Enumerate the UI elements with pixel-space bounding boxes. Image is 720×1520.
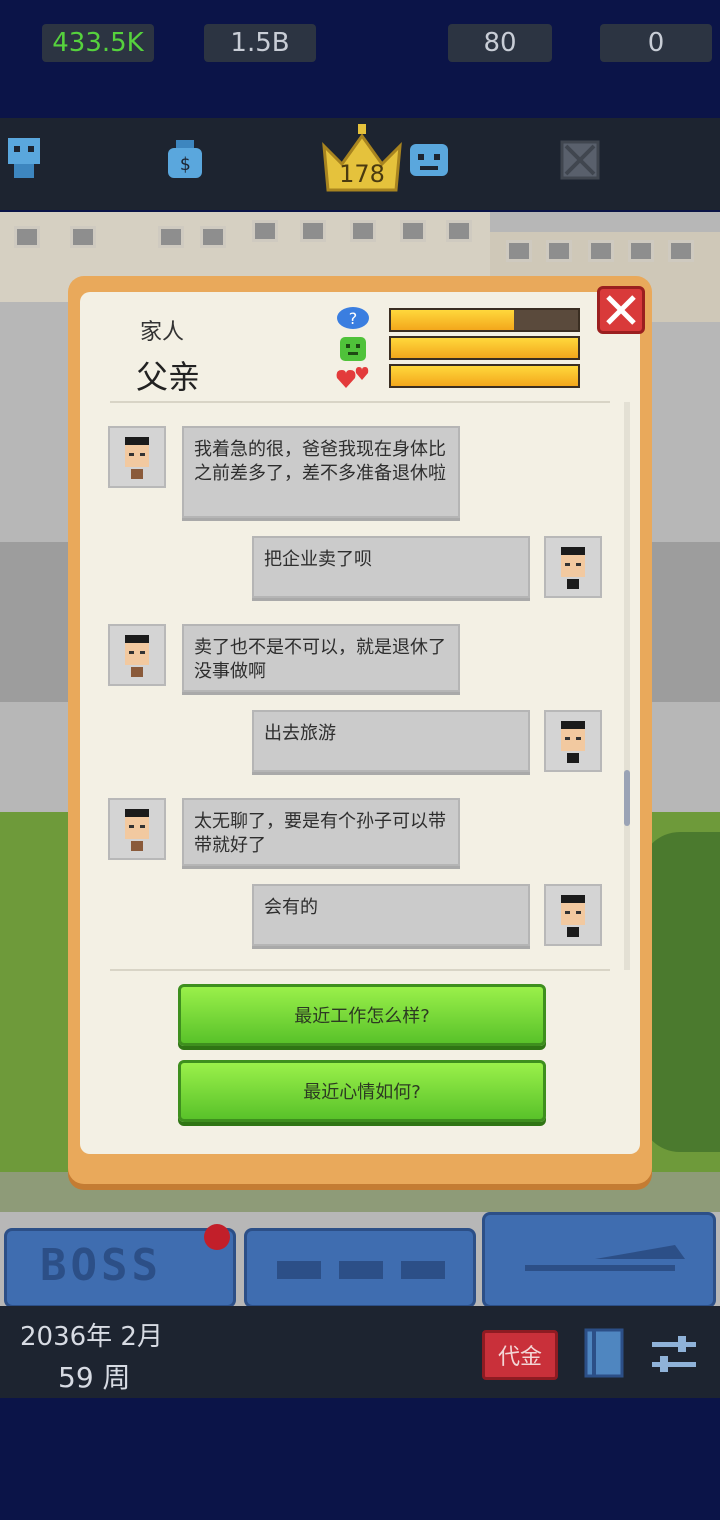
header-divider [110, 401, 610, 403]
npc-avatar [108, 624, 166, 686]
npc-avatar [108, 798, 166, 860]
settings-sliders-icon[interactable] [650, 1330, 698, 1378]
npc-name: 父亲 [136, 358, 201, 396]
money-stat[interactable]: 1.5B [204, 24, 316, 62]
desks-icon [277, 1261, 445, 1279]
book-icon[interactable] [582, 1328, 626, 1380]
npc-message-bubble: 卖了也不是不可以，就是退休了没事做啊 [182, 624, 460, 692]
crossed-box-icon [560, 140, 600, 180]
game-screen: 433.5K $ 1.5B 178 80 0 BOSS 2036年 2月 59 … [0, 0, 720, 1520]
question-bubble-icon: ? [336, 306, 370, 332]
player-avatar [544, 710, 602, 772]
staff-panel[interactable] [244, 1228, 476, 1308]
npc-message-bubble: 我着急的很，爸爸我现在身体比之前差多了，差不多准备退休啦 [182, 426, 460, 518]
happiness-stat[interactable]: 80 [448, 24, 552, 62]
npc-category: 家人 [140, 320, 185, 345]
svg-text:?: ? [349, 309, 358, 328]
scroll-thumb[interactable] [624, 770, 630, 826]
travel-panel[interactable] [482, 1212, 716, 1308]
employee-icon [4, 136, 44, 180]
player-message-bubble: 会有的 [252, 884, 530, 946]
svg-text:$: $ [180, 154, 191, 175]
choice-mood-button[interactable]: 最近心情如何? [178, 1060, 546, 1122]
green-face-icon [336, 336, 370, 362]
airplane-icon [525, 1245, 685, 1271]
happy-face-icon [408, 140, 450, 180]
chat-log[interactable]: 我着急的很，爸爸我现在身体比之前差多了，差不多准备退休啦把企业卖了呗卖了也不是不… [100, 410, 620, 970]
player-message-bubble: 把企业卖了呗 [252, 536, 530, 598]
close-icon [606, 295, 636, 325]
game-week: 59 周 [58, 1361, 131, 1394]
mind-bar [389, 308, 580, 332]
game-date: 2036年 2月 [20, 1322, 163, 1352]
npc-message-bubble: 太无聊了，要是有个孙子可以带带就好了 [182, 798, 460, 866]
blocked-stat[interactable]: 0 [600, 24, 712, 62]
chat-divider [110, 969, 610, 971]
close-button[interactable] [597, 286, 645, 334]
affection-bar [389, 364, 580, 388]
notification-dot [204, 1224, 230, 1250]
boss-label: BOSS [40, 1240, 162, 1291]
chat-scrollbar[interactable] [624, 402, 630, 970]
player-message-bubble: 出去旅游 [252, 710, 530, 772]
player-avatar [544, 536, 602, 598]
employees-stat[interactable]: 433.5K [42, 24, 154, 62]
voucher-button[interactable]: 代金 [482, 1330, 558, 1380]
player-avatar [544, 884, 602, 946]
mood-bar [389, 336, 580, 360]
choice-work-button[interactable]: 最近工作怎么样? [178, 984, 546, 1046]
rank-value: 178 [339, 160, 385, 188]
hearts-icon [336, 364, 370, 390]
money-bag-icon: $ [164, 138, 206, 180]
npc-avatar [108, 426, 166, 488]
